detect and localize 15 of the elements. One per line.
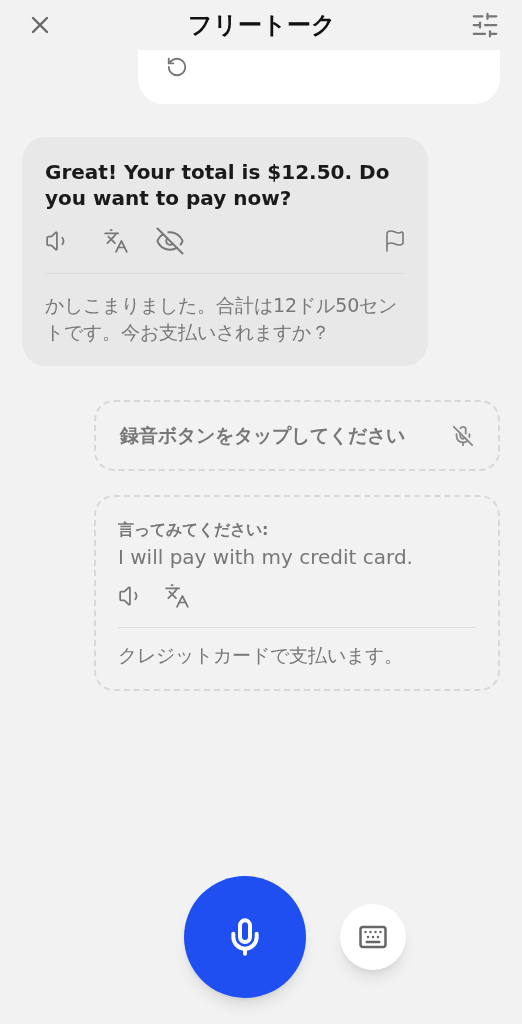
prompt-text: 録音ボタンをタップしてください <box>120 423 406 448</box>
eye-off-icon[interactable] <box>155 226 185 256</box>
mic-off-icon[interactable] <box>452 424 474 447</box>
translation-text: かしこまりました。合計は12ドル50セントです。今お支払いされますか？ <box>45 293 399 345</box>
suggestion-text: I will pay with my credit card. <box>118 544 414 571</box>
settings-icon[interactable] <box>470 10 500 40</box>
translation-text: クレジットカードで支払います。 <box>118 643 404 668</box>
page-title: フリートーク <box>188 10 336 41</box>
keyboard-button[interactable] <box>340 904 406 970</box>
translate-icon[interactable] <box>164 583 190 609</box>
flag-icon[interactable] <box>383 229 407 253</box>
suggestion-label: 言ってみてください: <box>118 519 270 541</box>
message-text: Great! Your total is $12.50. Do you want to pay now? <box>45 159 391 211</box>
refresh-icon[interactable] <box>166 56 188 78</box>
translate-icon[interactable] <box>103 228 129 254</box>
